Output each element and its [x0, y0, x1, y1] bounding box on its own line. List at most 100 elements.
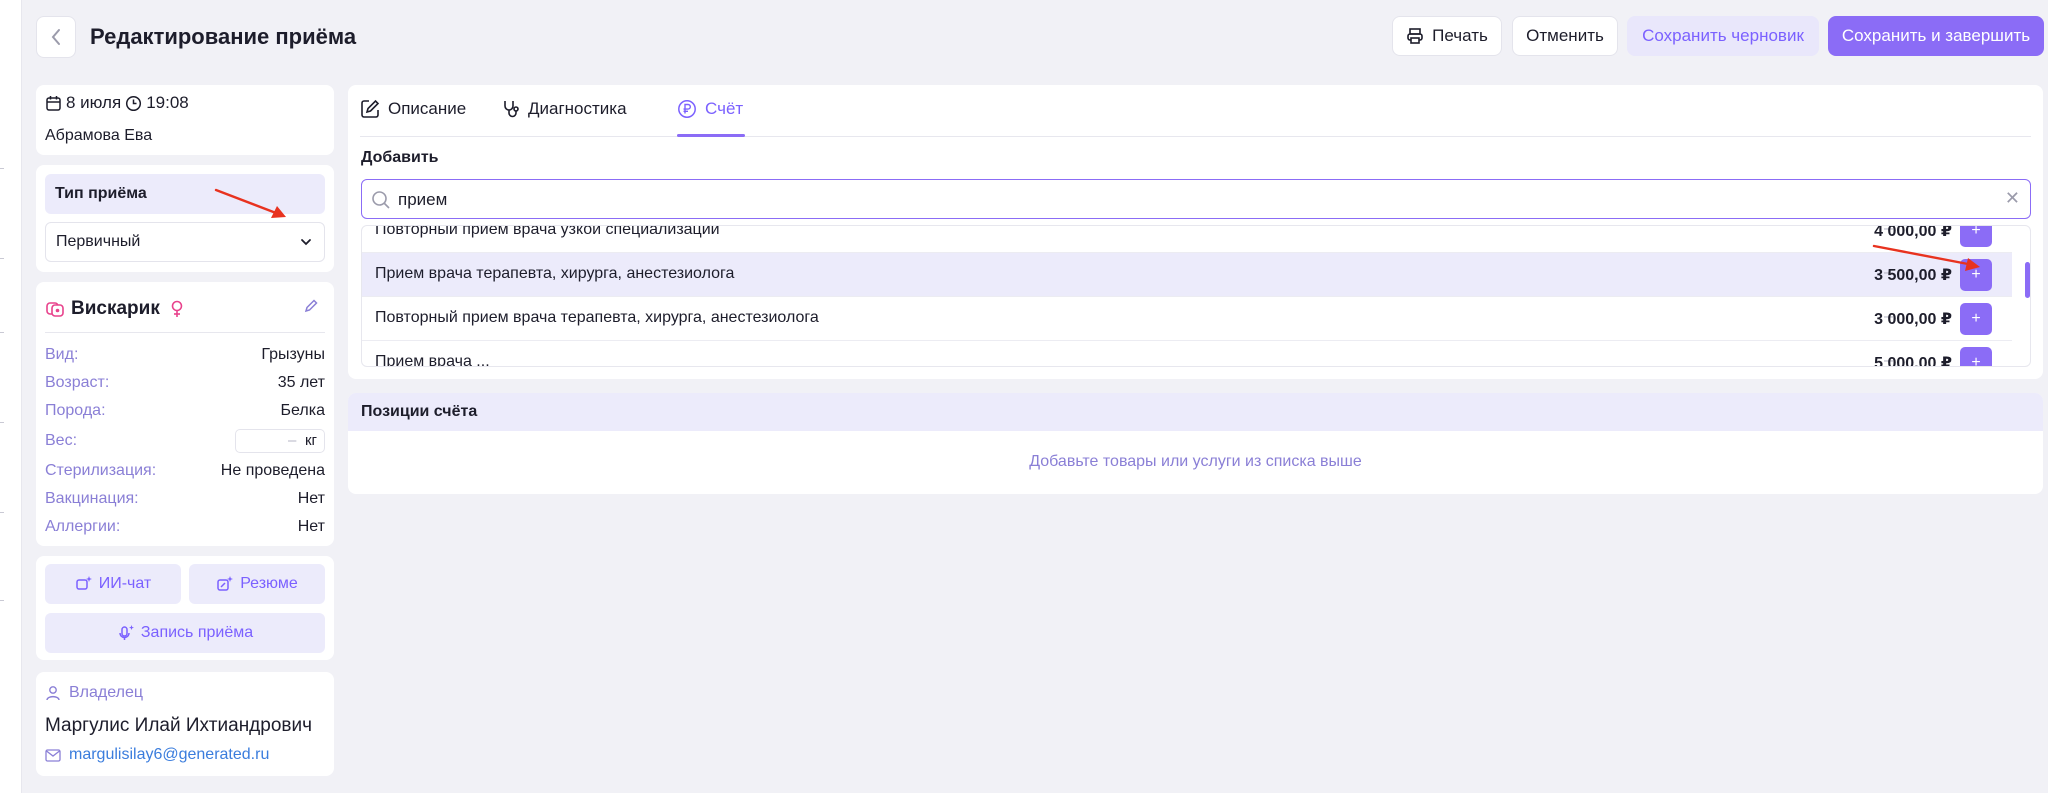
chevron-down-icon	[301, 239, 311, 246]
result-name: Повторный прием врача узкой специализаци…	[375, 225, 720, 238]
mail-icon	[45, 748, 61, 762]
owner-email-row[interactable]: margulisilay6@generated.ru	[45, 746, 269, 764]
owner-card: Владелец Маргулис Илай Ихтиандрович marg…	[36, 672, 334, 776]
pet-sterilization-row: Стерилизация: Не проведена	[45, 462, 325, 484]
sidebar-tick	[0, 422, 4, 423]
annotation-arrow	[1872, 244, 1980, 271]
pet-allergies-row: Аллергии: Нет	[45, 518, 325, 540]
back-button[interactable]	[36, 16, 76, 58]
tab-description[interactable]: Описание	[360, 99, 466, 119]
results-scrollbar[interactable]	[2025, 262, 2030, 298]
ruble-coin-icon	[678, 100, 696, 118]
pet-allergies-label: Аллергии:	[45, 518, 121, 535]
record-visit-button[interactable]: Запись приёма	[45, 613, 325, 653]
owner-label: Владелец	[69, 684, 144, 701]
add-item-button[interactable]: +	[1960, 347, 1992, 366]
pet-header: Вискарик	[45, 294, 325, 324]
owner-label-row: Владелец	[45, 684, 143, 702]
weight-value: –	[288, 432, 297, 449]
summary-button[interactable]: Резюме	[189, 564, 325, 604]
sidebar-tick	[0, 600, 4, 601]
save-and-finish-button[interactable]: Сохранить и завершить	[1828, 16, 2044, 56]
pet-weight-row: Вес: – кг	[45, 429, 325, 454]
pet-species-label: Вид:	[45, 346, 79, 363]
pet-vaccination-value: Нет	[297, 490, 325, 507]
result-row[interactable]: Прием врача ... – 5 000,00 ₽ +	[362, 341, 2012, 367]
service-search-input[interactable]: прием ✕	[361, 179, 2031, 219]
calendar-icon	[46, 95, 61, 111]
visit-time: 19:08	[146, 93, 189, 112]
visit-datetime: 8 июля 19:08	[45, 93, 189, 113]
female-icon	[171, 300, 183, 317]
ai-chat-icon	[75, 576, 92, 590]
summary-label: Резюме	[240, 575, 298, 592]
visit-type-select[interactable]: Первичный	[45, 222, 325, 262]
ai-chat-label: ИИ-чат	[98, 575, 152, 592]
main-panel: Описание Диагностика Счёт Добавить прием…	[348, 85, 2043, 379]
invoice-positions-card: Позиции счёта Добавьте товары или услуги…	[348, 393, 2043, 494]
owner-name: Маргулис Илай Ихтиандрович	[45, 715, 313, 736]
pet-breed-row: Порода: Белка	[45, 402, 325, 424]
pet-sterilization-value: Не проведена	[220, 462, 325, 479]
weight-input[interactable]: – кг	[235, 429, 325, 453]
pet-weight-label: Вес:	[45, 432, 78, 449]
tab-diagnostics[interactable]: Диагностика	[502, 99, 627, 119]
cancel-button[interactable]: Отменить	[1512, 16, 1618, 56]
sidebar-tick	[0, 258, 4, 259]
add-label: Добавить	[361, 149, 439, 166]
pet-sterilization-label: Стерилизация:	[45, 462, 157, 479]
tab-diagnostics-label: Диагностика	[528, 99, 627, 118]
tab-invoice[interactable]: Счёт	[677, 99, 743, 119]
sidebar-tick	[0, 168, 4, 169]
save-draft-button[interactable]: Сохранить черновик	[1627, 16, 1819, 56]
pets-icon	[46, 302, 64, 317]
pet-age-label: Возраст:	[45, 374, 110, 391]
ai-summary-icon	[217, 576, 234, 591]
pet-species-value: Грызуны	[261, 346, 325, 363]
sidebar-tick	[0, 512, 4, 513]
visit-type-value: Первичный	[56, 233, 141, 250]
annotation-arrow	[214, 188, 286, 218]
pet-breed-label: Порода:	[45, 402, 106, 419]
print-button-label: Печать	[1432, 26, 1488, 45]
pet-age-row: Возраст: 35 лет	[45, 374, 325, 396]
owner-email[interactable]: margulisilay6@generated.ru	[69, 746, 269, 764]
ai-chat-button[interactable]: ИИ-чат	[45, 564, 181, 604]
tab-description-label: Описание	[388, 99, 467, 118]
empty-state-text: Добавьте товары или услуги из списка выш…	[1029, 453, 1362, 470]
result-name: Повторный прием врача терапевта, хирурга…	[375, 309, 819, 326]
visit-date: 8 июля	[66, 93, 122, 112]
result-row[interactable]: Повторный прием врача терапевта, хирурга…	[362, 297, 2012, 341]
pet-allergies-value: Нет	[297, 518, 325, 535]
sidebar-tick	[0, 332, 4, 333]
result-row[interactable]: Повторный прием врача узкой специализаци…	[362, 225, 2012, 253]
divider	[45, 332, 325, 333]
result-name: Прием врача терапевта, хирурга, анестези…	[375, 265, 735, 282]
ai-tools-card: ИИ-чат Резюме Запись приёма	[36, 556, 334, 660]
pencil-icon[interactable]	[303, 298, 319, 314]
add-item-button[interactable]: +	[1960, 303, 1992, 335]
clock-icon	[126, 95, 142, 111]
pet-card: Вискарик Вид: Грызуны Возраст: 35 лет По…	[36, 282, 334, 546]
print-button[interactable]: Печать	[1392, 16, 1502, 56]
edit-note-icon	[361, 99, 380, 118]
clear-icon[interactable]: ✕	[2005, 188, 2020, 209]
search-icon	[372, 191, 390, 209]
pet-name: Вискарик	[71, 298, 160, 319]
pet-age-value: 35 лет	[277, 374, 325, 391]
weight-unit: кг	[304, 432, 317, 449]
client-name: Абрамова Ева	[45, 127, 153, 144]
tab-invoice-label: Счёт	[705, 99, 744, 118]
result-price: 5 000,00 ₽	[1874, 355, 1952, 367]
result-name: Прием врача ...	[375, 353, 490, 367]
result-row[interactable]: Прием врача терапевта, хирурга, анестези…	[362, 253, 2012, 297]
active-tab-indicator	[677, 134, 745, 137]
search-results-list[interactable]: Повторный прием врача узкой специализаци…	[361, 225, 2031, 367]
page-header: Редактирование приёма Печать Отменить Со…	[36, 16, 2044, 58]
pet-breed-value: Белка	[280, 402, 325, 419]
user-icon	[46, 686, 60, 701]
pet-species-row: Вид: Грызуны	[45, 346, 325, 368]
microphone-icon	[119, 625, 134, 640]
search-value: прием	[398, 190, 448, 209]
pet-vaccination-label: Вакцинация:	[45, 490, 139, 507]
